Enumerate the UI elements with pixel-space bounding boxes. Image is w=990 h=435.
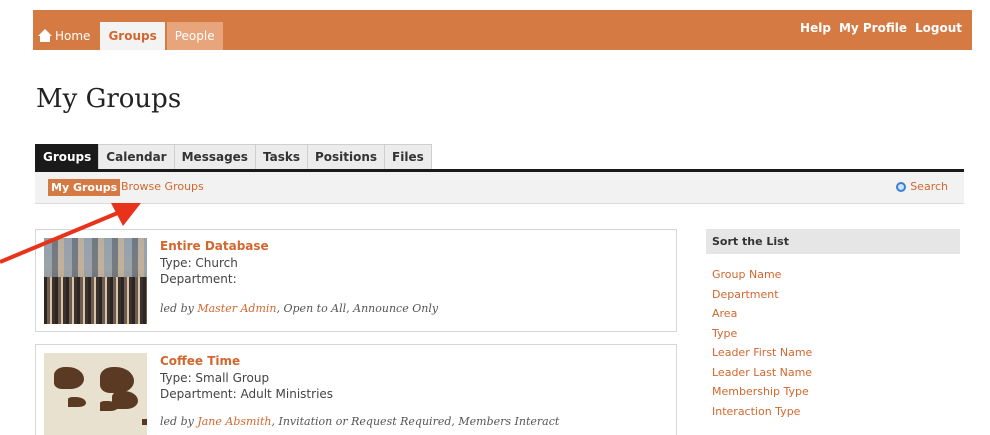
search-icon [896, 181, 907, 192]
logout-link[interactable]: Logout [915, 21, 962, 35]
sort-option-area[interactable]: Area [706, 304, 960, 324]
sort-option-membership-type[interactable]: Membership Type [706, 382, 960, 402]
tab-calendar[interactable]: Calendar [98, 144, 175, 169]
group-department: Department: [160, 272, 237, 286]
sort-option-leader-first-name[interactable]: Leader First Name [706, 343, 960, 363]
search-link[interactable]: Search [896, 180, 948, 193]
sort-option-department[interactable]: Department [706, 285, 960, 305]
subnav-my-groups[interactable]: My Groups [48, 179, 121, 196]
sort-option-interaction-type[interactable]: Interaction Type [706, 402, 960, 422]
subnav-browse-groups[interactable]: Browse Groups [121, 180, 204, 193]
sort-panel-title: Sort the List [706, 229, 960, 254]
help-link[interactable]: Help [800, 21, 831, 35]
group-settings-text: , Invitation or Request Required, Member… [271, 415, 560, 428]
leader-link[interactable]: Jane Absmith [197, 415, 271, 428]
sort-option-group-name[interactable]: Group Name [706, 265, 960, 285]
group-thumbnail[interactable] [44, 353, 147, 435]
tab-tasks[interactable]: Tasks [254, 144, 308, 169]
sort-options: Group Name Department Area Type Leader F… [706, 265, 960, 421]
my-profile-link[interactable]: My Profile [839, 21, 907, 35]
group-department: Department: Adult Ministries [160, 387, 334, 401]
annotation-arrow-head [111, 203, 141, 226]
utility-links: Help My Profile Logout [800, 21, 962, 35]
tab-groups[interactable]: Groups [35, 144, 100, 169]
group-name-link[interactable]: Coffee Time [160, 354, 240, 368]
sort-option-leader-last-name[interactable]: Leader Last Name [706, 363, 960, 383]
sort-panel: Sort the List Group Name Department Area… [706, 229, 960, 421]
group-leadership: led by Master Admin, Open to All, Announ… [160, 302, 438, 315]
sub-navigation: My Groups Browse Groups Search [35, 172, 964, 204]
tab-positions[interactable]: Positions [306, 144, 386, 169]
main-nav: Home Groups People [33, 22, 225, 50]
page-title: My Groups [36, 84, 182, 114]
nav-people[interactable]: People [166, 22, 223, 50]
top-navigation-bar: Home Groups People Help My Profile Logou… [33, 10, 972, 50]
tab-messages[interactable]: Messages [173, 144, 256, 169]
group-thumbnail[interactable] [44, 238, 147, 324]
home-icon [38, 29, 52, 42]
group-card: Entire Database Type: Church Department:… [35, 229, 677, 332]
nav-home[interactable]: Home [33, 22, 98, 50]
section-tabs: Groups Calendar Messages Tasks Positions… [35, 144, 432, 169]
sort-option-type[interactable]: Type [706, 324, 960, 344]
nav-home-label: Home [55, 29, 91, 43]
group-type: Type: Small Group [160, 371, 270, 385]
nav-groups[interactable]: Groups [100, 22, 165, 50]
leader-link[interactable]: Master Admin [197, 302, 276, 315]
led-by-label: led by [160, 415, 194, 428]
group-leadership: led by Jane Absmith, Invitation or Reque… [160, 415, 559, 428]
led-by-label: led by [160, 302, 194, 315]
group-type: Type: Church [160, 256, 238, 270]
group-name-link[interactable]: Entire Database [160, 239, 269, 253]
tab-files[interactable]: Files [384, 144, 432, 169]
group-settings-text: , Open to All, Announce Only [276, 302, 439, 315]
search-label: Search [910, 180, 948, 193]
group-card: Coffee Time Type: Small Group Department… [35, 344, 677, 435]
